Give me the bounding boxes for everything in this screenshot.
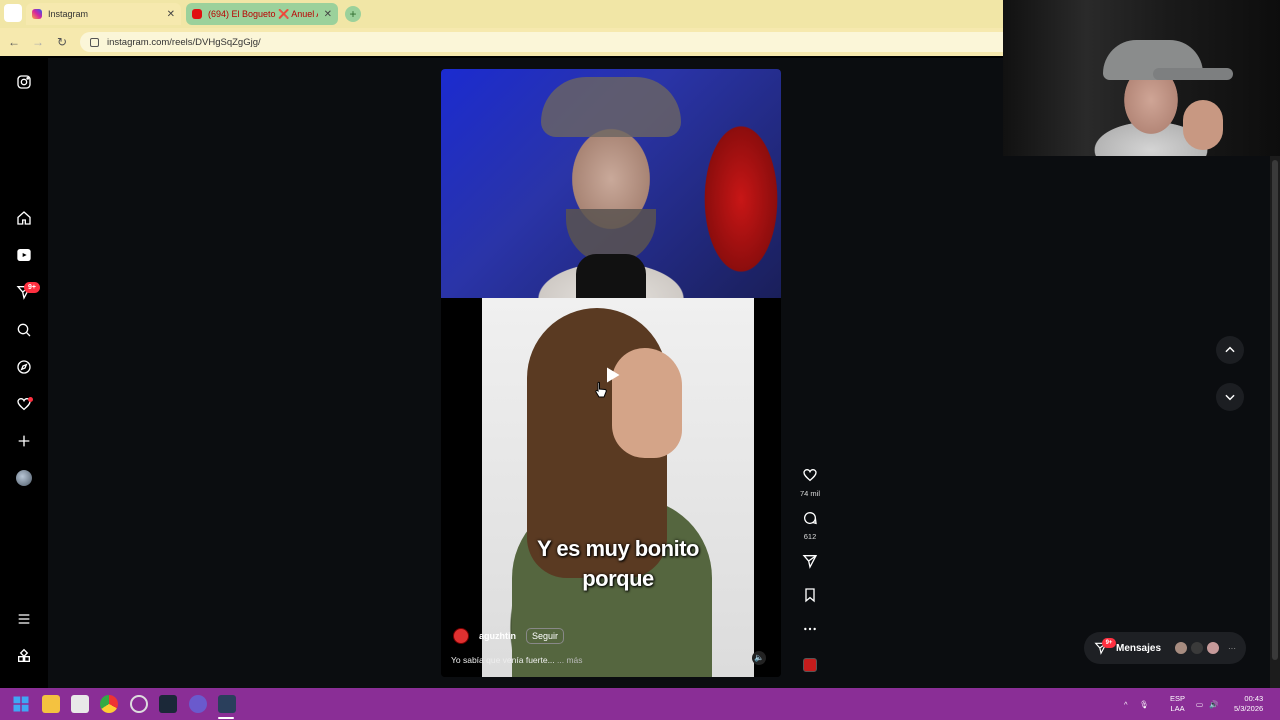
- audio-track-thumbnail[interactable]: [803, 658, 817, 672]
- likes-count: 74 mil: [799, 489, 820, 498]
- reload-icon[interactable]: ↻: [54, 34, 70, 50]
- close-tab-icon[interactable]: ✕: [324, 9, 332, 20]
- chevron-up-icon[interactable]: ^: [1124, 700, 1128, 709]
- explore-icon[interactable]: [14, 357, 34, 377]
- messages-label: Mensajes: [1116, 642, 1162, 654]
- reel-description: Yo sabía que venía fuerte... ... más: [451, 655, 583, 665]
- more-icon: ···: [1228, 643, 1236, 653]
- keyboard-layout: LAA: [1170, 704, 1185, 713]
- forward-icon[interactable]: →: [30, 34, 46, 50]
- avatar: [16, 470, 32, 486]
- store-icon[interactable]: [71, 695, 89, 713]
- more-menu-icon[interactable]: [14, 609, 34, 629]
- streamer-webcam-overlay: [1003, 0, 1280, 156]
- share-button[interactable]: [798, 553, 822, 574]
- microphone-icon[interactable]: 🎙: [1140, 700, 1150, 709]
- comments-count: 612: [803, 532, 817, 541]
- url-text: instagram.com/reels/DVHgSqZgGjg/: [107, 36, 261, 48]
- search-icon[interactable]: [14, 320, 34, 340]
- video-caption-line2: porque: [582, 566, 654, 591]
- reel-clip: Y es muy bonito porque: [441, 298, 781, 677]
- heart-icon: [803, 468, 817, 482]
- address-bar[interactable]: instagram.com/reels/DVHgSqZgGjg/: [80, 32, 1003, 52]
- youtube-favicon-icon: [192, 9, 202, 19]
- messages-button[interactable]: Mensajes ···: [1084, 632, 1246, 664]
- avatar: [1206, 641, 1220, 655]
- network-icon[interactable]: ▭: [1196, 700, 1203, 709]
- language-code: ESP: [1170, 694, 1186, 703]
- streamer-hand: [1183, 100, 1223, 150]
- follow-button[interactable]: Seguir: [526, 628, 565, 644]
- mouse-cursor-icon: [595, 381, 607, 398]
- more-link[interactable]: ... más: [557, 655, 583, 665]
- reactor-webcam-video: [441, 69, 781, 298]
- speaker-icon[interactable]: 🔊: [1209, 700, 1218, 709]
- clock[interactable]: 00:43 5/3/2026: [1234, 688, 1263, 720]
- volume-icon[interactable]: 🔈: [752, 651, 766, 665]
- back-icon[interactable]: ←: [6, 34, 22, 50]
- reel-video-player[interactable]: Y es muy bonito porque aguzhtin Seguir Y…: [441, 69, 781, 677]
- home-icon[interactable]: [14, 208, 34, 228]
- like-button[interactable]: 74 mil: [798, 467, 822, 498]
- clip-person-face: [612, 348, 682, 458]
- clock-date: 5/3/2026: [1234, 704, 1264, 713]
- instagram-logo-icon[interactable]: [14, 72, 34, 92]
- clock-time: 00:43: [1244, 694, 1264, 703]
- messages-badge: 9+: [24, 282, 40, 293]
- bookmark-icon: [805, 588, 815, 603]
- previous-reel-button[interactable]: [1216, 336, 1244, 364]
- author-avatar[interactable]: [453, 628, 469, 644]
- browser-tab-strip: Instagram ✕ (694) El Bogueto ❌ Anuel AA …: [0, 0, 1003, 28]
- save-button[interactable]: [798, 587, 822, 608]
- avatar: [1190, 641, 1204, 655]
- microphone: [576, 254, 646, 298]
- reactor-hair: [541, 77, 681, 137]
- video-caption-line1: Y es muy bonito: [536, 536, 700, 561]
- close-tab-icon[interactable]: ✕: [167, 9, 175, 20]
- steam-active-icon[interactable]: [218, 695, 236, 713]
- next-reel-button[interactable]: [1216, 383, 1244, 411]
- author-username[interactable]: aguzhtin: [479, 631, 516, 641]
- create-icon[interactable]: [14, 431, 34, 451]
- browser-toolbar: ← → ↻ instagram.com/reels/DVHgSqZgGjg/: [0, 28, 1003, 56]
- more-options-button[interactable]: [798, 621, 822, 642]
- obs-icon[interactable]: [130, 695, 148, 713]
- clip-frame: Y es muy bonito porque: [482, 298, 754, 677]
- profile-avatar[interactable]: [14, 468, 34, 488]
- chevron-down-icon: [1225, 394, 1235, 401]
- tab-label: Instagram: [48, 9, 89, 19]
- instagram-sidebar: 9+: [0, 58, 48, 688]
- avatar: [1174, 641, 1188, 655]
- new-tab-button[interactable]: +: [345, 6, 361, 22]
- file-explorer-icon[interactable]: [42, 695, 60, 713]
- comment-button[interactable]: 612: [798, 510, 822, 541]
- notification-dot: [28, 397, 33, 402]
- comment-icon: [804, 512, 817, 525]
- site-info-icon[interactable]: [90, 37, 99, 47]
- ellipsis-icon: [804, 627, 816, 631]
- active-app-indicator: [218, 717, 234, 719]
- steam-icon[interactable]: [159, 695, 177, 713]
- tab-instagram[interactable]: Instagram ✕: [26, 3, 181, 25]
- also-from-meta-icon[interactable]: [14, 646, 34, 666]
- windows-start-icon[interactable]: [12, 695, 30, 713]
- browser-window-menu[interactable]: [4, 4, 22, 22]
- tab-label: (694) El Bogueto ❌ Anuel AA 🎤: [208, 8, 318, 19]
- tab-youtube[interactable]: (694) El Bogueto ❌ Anuel AA 🎤 ✕: [186, 3, 338, 25]
- language-indicator[interactable]: ESP LAA: [1170, 688, 1185, 720]
- reels-icon[interactable]: [14, 245, 34, 265]
- streamer-cap-brim: [1153, 68, 1233, 80]
- messages-badge: 9+: [1102, 638, 1116, 648]
- windows-taskbar: ^ 🎙 ESP LAA ▭ 🔊 00:43 5/3/2026: [0, 688, 1280, 720]
- description-text: Yo sabía que venía fuerte...: [451, 655, 555, 665]
- instagram-favicon-icon: [32, 9, 42, 19]
- reel-author: aguzhtin Seguir: [453, 628, 565, 644]
- discord-icon[interactable]: [189, 695, 207, 713]
- chrome-icon[interactable]: [100, 695, 118, 713]
- send-icon: [802, 555, 818, 569]
- chevron-up-icon: [1225, 346, 1235, 353]
- scrollbar-thumb[interactable]: [1272, 160, 1278, 660]
